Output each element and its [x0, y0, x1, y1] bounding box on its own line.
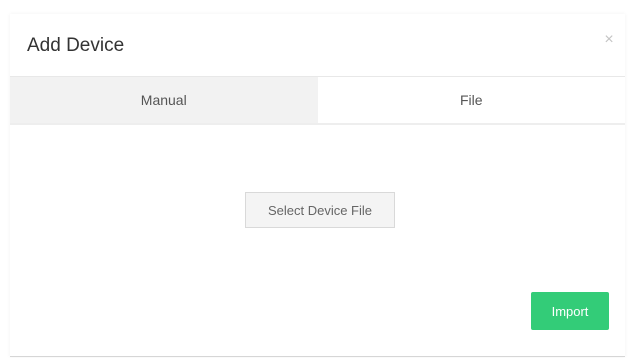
tab-manual-label: Manual [140, 92, 187, 108]
tab-file[interactable]: File [317, 77, 625, 123]
tab-manual[interactable]: Manual [10, 77, 318, 123]
add-device-dialog: Add Device × Manual File Select Device F… [10, 14, 625, 357]
tab-file-label: File [459, 92, 483, 108]
tab-bar: Manual File [10, 77, 625, 125]
dialog-header: Add Device × [10, 14, 625, 77]
page: Add Device × Manual File Select Device F… [0, 0, 631, 358]
dialog-title: Add Device [27, 35, 125, 56]
import-button-label: Import [551, 303, 589, 319]
import-button[interactable]: Import [531, 292, 609, 330]
select-device-file-button[interactable]: Select Device File [245, 192, 395, 228]
close-icon[interactable]: × [601, 32, 617, 48]
select-device-file-label: Select Device File [267, 202, 373, 218]
